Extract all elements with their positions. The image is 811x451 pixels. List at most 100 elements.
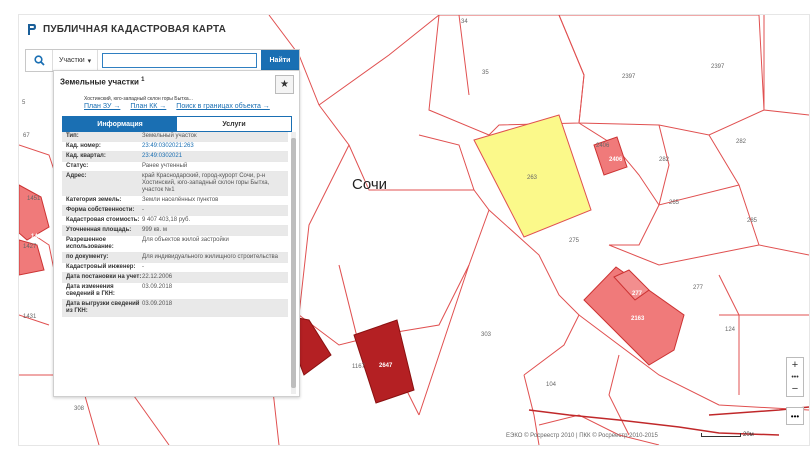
- table-row: Уточненная площадь: 999 кв. м: [62, 226, 288, 236]
- row-value: Для индивидуального жилищного строительс…: [142, 254, 278, 260]
- row-value: 03.09.2018: [142, 284, 173, 290]
- parcel-label: 308: [74, 406, 85, 412]
- more-options-button[interactable]: •••: [786, 407, 804, 425]
- parcel-label: 285: [747, 218, 758, 224]
- parcel-label: 275: [569, 238, 580, 244]
- table-row: Адрес: край Краснодарский, город-курорт С…: [62, 172, 288, 196]
- parcel-label: 1436: [31, 234, 45, 240]
- search-icon-button[interactable]: [26, 50, 53, 71]
- link-search-in-bounds[interactable]: Поиск в границах объекта →: [176, 103, 270, 110]
- search-type-select[interactable]: Участки ▾: [53, 50, 99, 71]
- zoom-control: + ••• −: [786, 357, 804, 397]
- parcel-1436[interactable]: [19, 184, 50, 241]
- search-type-label: Участки: [59, 57, 85, 64]
- table-row: Кадастровый инженер: -: [62, 263, 288, 273]
- panel-heading-count: 1: [141, 77, 145, 83]
- parcel-label: 1167: [352, 364, 365, 370]
- parcel-label: 104: [546, 382, 557, 388]
- info-panel: Земельные участки 1 ★ Хостинский, юго-за…: [53, 70, 300, 397]
- table-row: Категория земель: Земли населённых пункто…: [62, 196, 288, 206]
- map-scale: 20м: [701, 432, 754, 438]
- row-key: Тип:: [66, 133, 79, 139]
- parcel-label: 2647: [379, 363, 393, 369]
- logo-icon: [28, 24, 36, 35]
- tab-info[interactable]: Информация: [63, 117, 177, 131]
- parcel-label: 282: [736, 139, 747, 145]
- zoom-in-button[interactable]: +: [787, 358, 803, 372]
- table-row: Форма собственности: -: [62, 206, 288, 216]
- search-input[interactable]: [102, 53, 257, 68]
- parcel-label: 5: [22, 100, 26, 106]
- scrollbar-thumb[interactable]: [291, 138, 296, 388]
- parcel-label: 1451: [27, 196, 41, 202]
- row-key: Дата изменения сведений в ГКН:: [66, 284, 115, 297]
- row-value: 999 кв. м: [142, 227, 167, 233]
- app-header: ПУБЛИЧНАЯ КАДАСТРОВАЯ КАРТА: [27, 23, 226, 36]
- panel-tabs: Информация Услуги: [62, 116, 292, 132]
- zoom-level-dots-icon[interactable]: •••: [787, 372, 803, 382]
- table-row: по документу: Для индивидуального жилищно…: [62, 253, 288, 263]
- scale-bar: [701, 433, 741, 437]
- row-value: край Краснодарский, город-курорт Сочи, р…: [142, 173, 270, 193]
- row-key: Уточненная площадь:: [66, 227, 132, 233]
- parcel-label: 2397: [622, 74, 636, 80]
- row-key: Дата выгрузки сведений из ГКН:: [66, 301, 140, 314]
- row-key: по документу:: [66, 254, 109, 260]
- row-key: Кадастровая стоимость:: [66, 217, 140, 223]
- row-key: Категория земель:: [66, 197, 122, 203]
- parcel-label: 2397: [711, 64, 725, 70]
- search-icon: [33, 55, 45, 66]
- panel-links: План ЗУ → План КК → Поиск в границах объ…: [84, 103, 270, 110]
- row-key: Форма собственности:: [66, 207, 135, 213]
- panel-scrollbar[interactable]: [291, 132, 296, 394]
- row-value: Земли населённых пунктов: [142, 197, 219, 203]
- address-preview: Хостинский, юго-западный склон горы Бытх…: [84, 96, 193, 102]
- parcel-label: 282: [659, 157, 670, 163]
- table-row: Кад. номер: 23:49:0302021:263: [62, 142, 288, 152]
- row-value: 03.09.2018: [142, 301, 173, 307]
- copyright-text: ЕЭКО © Росреестр 2010 | ПКК © Росреестр …: [506, 433, 658, 439]
- more-dots-icon: •••: [790, 411, 800, 421]
- row-key: Адрес:: [66, 173, 87, 179]
- table-row: Разрешенное использование: Для объектов ж…: [62, 236, 288, 253]
- table-row: Дата постановки на учет: 22.12.2006: [62, 273, 288, 283]
- app-frame: 34 35 2397 2397 263 2406 2406 282 282 26…: [18, 14, 810, 446]
- find-button[interactable]: Найти: [261, 50, 299, 71]
- parcel-label: 1427: [23, 244, 37, 250]
- row-key: Кадастровый инженер:: [66, 264, 136, 270]
- parcel-label: 263: [527, 175, 538, 181]
- row-value: Земельный участок: [142, 133, 197, 139]
- link-plan-kk[interactable]: План КК →: [130, 103, 166, 110]
- parcel-label: 124: [725, 327, 736, 333]
- star-icon: ★: [280, 79, 289, 90]
- row-key: Кад. квартал:: [66, 153, 106, 159]
- info-table: Тип: Земельный участок Кад. номер: 23:49:0…: [62, 132, 288, 317]
- parcel-label: 265: [669, 200, 680, 206]
- panel-heading: Земельные участки 1: [60, 77, 144, 87]
- row-value: -: [142, 264, 144, 270]
- parcel-label: 1431: [23, 314, 37, 320]
- table-row: Дата выгрузки сведений из ГКН: 03.09.2018: [62, 300, 288, 317]
- row-key: Кад. номер:: [66, 143, 101, 149]
- table-row: Дата изменения сведений в ГКН: 03.09.2018: [62, 283, 288, 300]
- parcel-label: 277: [632, 291, 643, 297]
- zoom-out-button[interactable]: −: [787, 382, 803, 396]
- row-value[interactable]: 23:49:0302021: [142, 153, 288, 160]
- parcel-2647[interactable]: [353, 319, 415, 404]
- row-value[interactable]: 23:49:0302021:263: [142, 143, 288, 150]
- city-label: Сочи: [352, 176, 388, 193]
- row-value: 22.12.2006: [142, 274, 173, 280]
- parcel-label: 277: [693, 285, 704, 291]
- link-plan-zu[interactable]: План ЗУ →: [84, 103, 120, 110]
- table-row: Кад. квартал: 23:49:0302021: [62, 152, 288, 162]
- row-value: -: [142, 207, 144, 213]
- panel-heading-text: Земельные участки: [60, 77, 139, 87]
- parcel-label: 2406: [596, 143, 610, 149]
- parcel-label: 35: [482, 70, 489, 76]
- favorite-button[interactable]: ★: [275, 75, 294, 94]
- tab-services[interactable]: Услуги: [177, 117, 291, 131]
- app-title: ПУБЛИЧНАЯ КАДАСТРОВАЯ КАРТА: [43, 24, 227, 35]
- search-bar: Участки ▾ Найти: [25, 49, 300, 72]
- parcel-label: 67: [23, 133, 30, 139]
- parcel-label: 2163: [631, 316, 645, 322]
